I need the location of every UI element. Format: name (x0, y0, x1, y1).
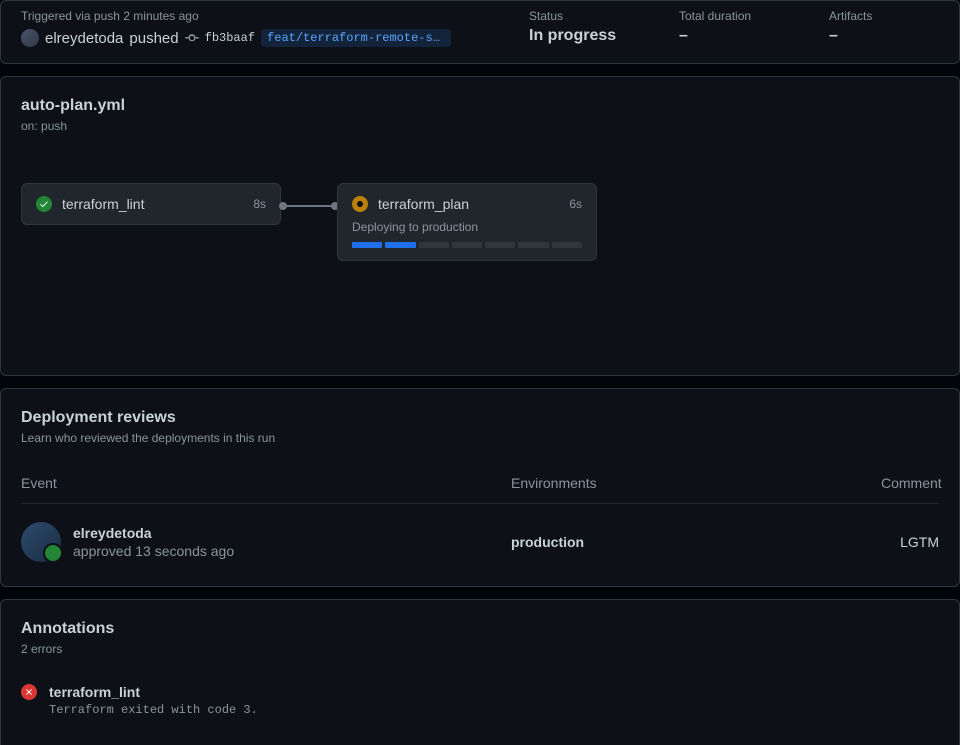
job-duration: 8s (253, 197, 266, 211)
jobs-graph: terraform_lint 8s terraform_plan 6s Depl… (21, 183, 939, 261)
review-env[interactable]: production (511, 534, 881, 550)
avatar[interactable] (21, 29, 39, 47)
actor-name[interactable]: elreydetoda (45, 30, 123, 47)
job-terraform-lint[interactable]: terraform_lint 8s (21, 183, 281, 225)
duration-label: Total duration (679, 9, 789, 23)
status-item: Status In progress (529, 9, 639, 45)
review-table: Event Environments Comment elreydetoda a… (21, 475, 939, 566)
pushed-label: pushed (129, 30, 178, 47)
duration-item: Total duration – (679, 9, 789, 45)
job-name: terraform_lint (62, 196, 243, 212)
review-comment: LGTM (881, 534, 939, 550)
branch-label[interactable]: feat/terraform-remote-sta… (261, 29, 451, 47)
section-title: Annotations (21, 620, 939, 638)
annotations-card: Annotations 2 errors terraform_lint Terr… (0, 599, 960, 745)
col-event: Event (21, 475, 511, 491)
workflow-card: auto-plan.yml on: push terraform_lint 8s… (0, 76, 960, 376)
review-action: approved 13 seconds ago (73, 543, 234, 559)
section-sub: Learn who reviewed the deployments in th… (21, 431, 939, 445)
duration-value: – (679, 27, 789, 45)
workflow-name: auto-plan.yml (21, 97, 939, 115)
progress-bar (352, 242, 582, 248)
workflow-on: on: push (21, 119, 939, 133)
review-user[interactable]: elreydetoda (73, 525, 234, 541)
error-icon (21, 684, 37, 700)
artifacts-value: – (829, 27, 939, 45)
job-connector (281, 205, 337, 207)
success-icon (36, 196, 52, 212)
status-value: In progress (529, 27, 639, 45)
job-subtext: Deploying to production (352, 220, 582, 234)
section-sub: 2 errors (21, 642, 939, 656)
avatar[interactable] (21, 522, 61, 562)
review-row: elreydetoda approved 13 seconds ago prod… (21, 503, 939, 566)
run-header-card: Triggered via push 2 minutes ago elreyde… (0, 0, 960, 64)
commit-sha[interactable]: fb3baaf (205, 31, 255, 45)
job-duration: 6s (569, 197, 582, 211)
artifacts-label: Artifacts (829, 9, 939, 23)
col-comment: Comment (881, 475, 942, 491)
job-terraform-plan[interactable]: terraform_plan 6s Deploying to productio… (337, 183, 597, 261)
status-label: Status (529, 9, 639, 23)
annotation-msg: Terraform exited with code 3. (49, 703, 258, 717)
commit-icon (185, 31, 199, 45)
artifacts-item: Artifacts – (829, 9, 939, 45)
annotation-title: terraform_lint (49, 684, 258, 700)
job-name: terraform_plan (378, 196, 559, 212)
section-title: Deployment reviews (21, 409, 939, 427)
annotation-item[interactable]: terraform_lint Terraform exited with cod… (21, 676, 939, 725)
col-env: Environments (511, 475, 881, 491)
trigger-label: Triggered via push 2 minutes ago (21, 9, 529, 23)
running-icon (352, 196, 368, 212)
deployment-reviews-card: Deployment reviews Learn who reviewed th… (0, 388, 960, 587)
